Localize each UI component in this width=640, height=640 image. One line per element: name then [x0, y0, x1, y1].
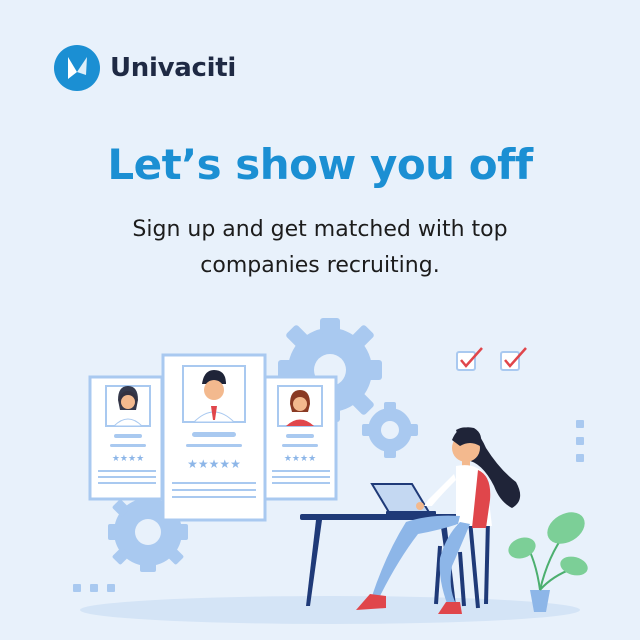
- laptop-icon: [370, 483, 436, 515]
- gear-icon: [362, 402, 418, 458]
- dots-vertical-decoration: [576, 420, 584, 462]
- checkbox-checked-icon: [456, 347, 483, 371]
- checkbox-checked-icon: [500, 347, 527, 371]
- svg-text:★★★★★: ★★★★★: [187, 457, 241, 471]
- recruiting-illustration: ★★★★ ★★★★ ★★★★★: [73, 318, 588, 624]
- svg-text:★★★★: ★★★★: [112, 454, 144, 464]
- profile-card-right: ★★★★: [262, 375, 338, 501]
- dots-horizontal-decoration: [73, 584, 115, 592]
- profile-card-left: ★★★★: [88, 375, 164, 501]
- profile-card-center: ★★★★★: [161, 353, 267, 522]
- svg-text:★★★★: ★★★★: [284, 454, 316, 464]
- floor-shadow: [80, 596, 580, 624]
- plant-icon: [508, 512, 588, 612]
